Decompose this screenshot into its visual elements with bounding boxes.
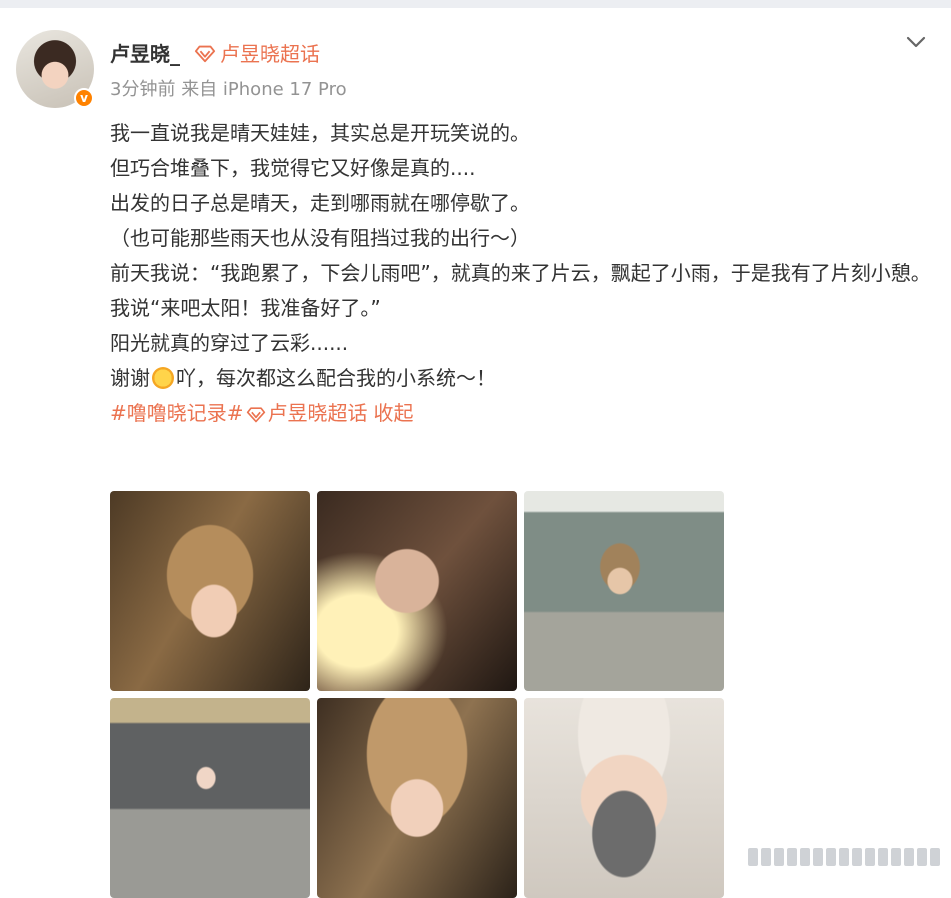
watermark xyxy=(748,848,940,866)
photo-thumbnail[interactable] xyxy=(524,698,724,898)
tag-line: #噜噜晓记录# 卢昱晓超话 收起 xyxy=(110,396,936,431)
hashtag-link[interactable]: #噜噜晓记录# xyxy=(110,396,244,431)
supertopic-link[interactable]: 卢昱晓超话 xyxy=(194,38,320,67)
post-meta: 3分钟前 来自 iPhone 17 Pro xyxy=(110,75,347,101)
diamond-icon xyxy=(246,406,265,422)
sun-emoji-icon xyxy=(152,367,174,389)
post-line: 但巧合堆叠下，我觉得它又好像是真的.... xyxy=(110,156,476,180)
chevron-down-icon[interactable] xyxy=(905,34,927,50)
collapse-link[interactable]: 收起 xyxy=(374,396,414,431)
post-line: 出发的日子总是晴天，走到哪雨就在哪停歇了。 xyxy=(110,191,530,215)
photo-thumbnail[interactable] xyxy=(317,491,517,691)
post-line: 我一直说我是晴天娃娃，其实总是开玩笑说的。 xyxy=(110,121,530,145)
source-prefix: 来自 xyxy=(181,79,218,100)
photo-thumbnail[interactable] xyxy=(110,698,310,898)
post-line: 谢谢 吖，每次都这么配合我的小系统～！ xyxy=(110,361,936,396)
photo-thumbnail[interactable] xyxy=(524,491,724,691)
verified-badge-icon: v xyxy=(74,88,94,108)
username[interactable]: 卢昱晓_ xyxy=(110,38,180,67)
supertopic-label: 卢昱晓超话 xyxy=(220,42,320,66)
post-body: 我一直说我是晴天娃娃，其实总是开玩笑说的。 但巧合堆叠下，我觉得它又好像是真的.… xyxy=(110,116,936,431)
source-device: iPhone 17 Pro xyxy=(222,79,347,100)
top-divider xyxy=(0,0,951,8)
supertopic-tag-link[interactable]: 卢昱晓超话 xyxy=(268,396,368,431)
post-line: （也可能那些雨天也从没有阻挡过我的出行～） xyxy=(110,226,530,250)
post-line: 前天我说：“我跑累了，下会儿雨吧”，就真的来了片云，飘起了小雨，于是我有了片刻小… xyxy=(110,261,931,285)
diamond-icon xyxy=(194,45,216,62)
photo-thumbnail[interactable] xyxy=(317,698,517,898)
post-line: 我说“来吧太阳！我准备好了。” xyxy=(110,296,381,320)
post-line: 阳光就真的穿过了云彩...... xyxy=(110,331,349,355)
thanks-text-after: 吖，每次都这么配合我的小系统～！ xyxy=(176,366,496,390)
thanks-text: 谢谢 xyxy=(110,366,150,390)
photo-thumbnail[interactable] xyxy=(110,491,310,691)
post-time[interactable]: 3分钟前 xyxy=(110,79,175,100)
